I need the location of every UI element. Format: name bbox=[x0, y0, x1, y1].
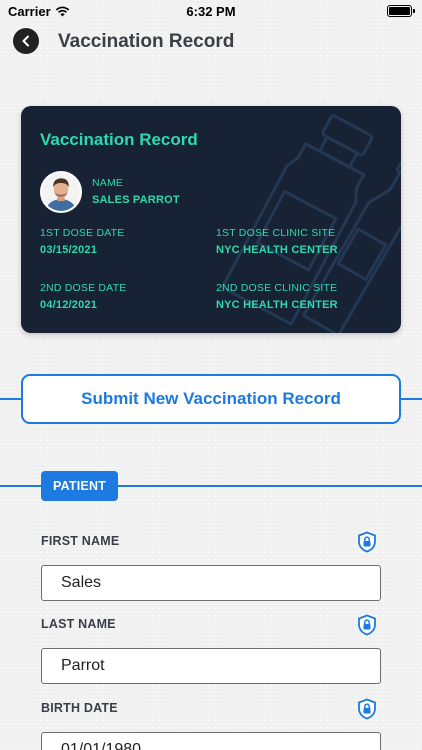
dose2-site-value: NYC HEALTH CENTER bbox=[216, 299, 338, 311]
status-bar: Carrier 6:32 PM bbox=[0, 0, 422, 22]
shield-lock-icon bbox=[358, 614, 376, 636]
submit-vaccination-record-button[interactable]: Submit New Vaccination Record bbox=[21, 374, 401, 424]
birth-date-input[interactable] bbox=[41, 732, 381, 750]
dose2-date-value: 04/12/2021 bbox=[40, 299, 98, 311]
name-label: NAME bbox=[92, 177, 124, 189]
clock: 6:32 PM bbox=[186, 4, 236, 19]
shield-lock-icon bbox=[358, 531, 376, 553]
chevron-left-icon bbox=[22, 35, 29, 47]
patient-divider-right bbox=[117, 485, 422, 487]
battery-icon bbox=[387, 5, 415, 17]
dose1-site-label: 1ST DOSE CLINIC SITE bbox=[216, 227, 336, 239]
birth-date-label: BIRTH DATE bbox=[41, 701, 118, 715]
page-title: Vaccination Record bbox=[58, 31, 235, 52]
person-photo-icon bbox=[42, 173, 80, 211]
last-name-label: LAST NAME bbox=[41, 617, 116, 631]
patient-divider-left bbox=[0, 485, 42, 487]
first-name-label: FIRST NAME bbox=[41, 534, 120, 548]
first-name-input[interactable] bbox=[41, 565, 381, 601]
last-name-input[interactable] bbox=[41, 648, 381, 684]
dose2-site-label: 2ND DOSE CLINIC SITE bbox=[216, 282, 338, 294]
dose1-site-value: NYC HEALTH CENTER bbox=[216, 244, 338, 256]
card-title: Vaccination Record bbox=[40, 130, 198, 149]
dose2-date-label: 2ND DOSE DATE bbox=[40, 282, 127, 294]
divider-left bbox=[0, 398, 22, 400]
divider-right bbox=[400, 398, 422, 400]
dose1-date-value: 03/15/2021 bbox=[40, 244, 98, 256]
shield-lock-icon bbox=[358, 698, 376, 720]
avatar bbox=[40, 171, 82, 213]
dose1-date-label: 1ST DOSE DATE bbox=[40, 227, 125, 239]
patient-section-badge: PATIENT bbox=[41, 471, 118, 501]
vaccination-card: Vaccination Record NAME SALES PARROT 1ST… bbox=[21, 106, 401, 333]
name-value: SALES PARROT bbox=[92, 194, 180, 206]
back-button[interactable] bbox=[13, 28, 39, 54]
